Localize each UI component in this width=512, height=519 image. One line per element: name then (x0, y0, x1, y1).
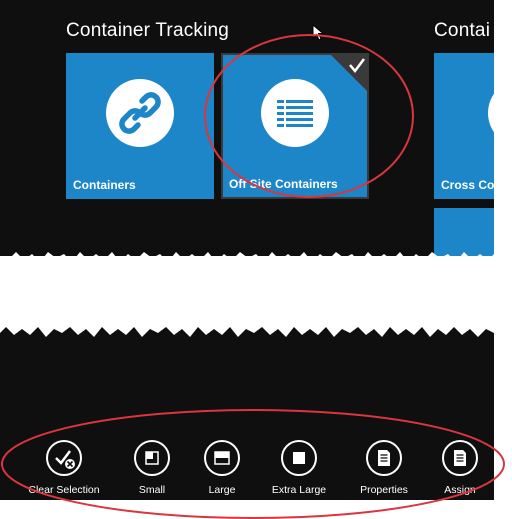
tile-off-site-containers[interactable]: Off Site Containers (221, 53, 369, 199)
properties-button[interactable]: Properties (345, 440, 423, 496)
small-button[interactable]: Small (113, 440, 191, 496)
selected-check-icon (329, 53, 369, 93)
clear-selection-icon (46, 440, 82, 476)
assign-icon (442, 440, 478, 476)
tile-containers[interactable]: Containers (66, 53, 214, 199)
properties-icon (366, 440, 402, 476)
tile-small-icon (134, 440, 170, 476)
assign-label: Assign (444, 484, 476, 496)
tile-label-containers: Containers (73, 178, 136, 192)
document-icon (488, 79, 494, 147)
group-title-container-tracking: Container Tracking (66, 20, 230, 41)
torn-edge-bottom (0, 325, 494, 337)
group-title-partial: Contai (434, 20, 491, 41)
clear-selection-label: Clear Selection (28, 484, 100, 496)
mouse-cursor-icon (312, 24, 325, 41)
tile-label-cross-co: Cross Co (441, 178, 494, 192)
assign-button[interactable]: Assign (421, 440, 499, 496)
table-list-icon (261, 79, 329, 147)
tile-label-off-site-containers: Off Site Containers (229, 177, 338, 191)
link-icon (106, 79, 174, 147)
large-label: Large (208, 484, 236, 496)
clear-selection-button[interactable]: Clear Selection (25, 440, 103, 496)
tile-large-icon (204, 440, 240, 476)
tile-cross-co[interactable]: Cross Co (434, 53, 494, 199)
properties-label: Properties (360, 484, 408, 496)
large-button[interactable]: Large (183, 440, 261, 496)
tile-extra-large-icon (281, 440, 317, 476)
torn-edge-top (0, 252, 494, 256)
extra-large-label: Extra Large (271, 484, 327, 496)
extra-large-button[interactable]: Extra Large (260, 440, 338, 496)
start-screen-panel: Container Tracking Contai Containers Off… (0, 0, 494, 256)
small-label: Small (138, 484, 166, 496)
